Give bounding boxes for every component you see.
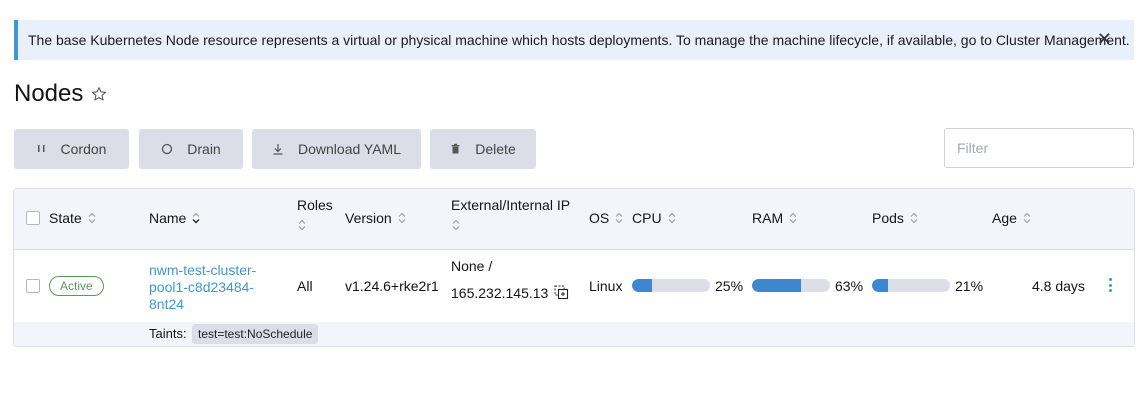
cpu-usage-value: 25%: [715, 278, 744, 294]
column-name-label: Name: [149, 210, 187, 226]
star-outline-icon[interactable]: [91, 86, 107, 105]
column-pods-label: Pods: [872, 210, 904, 226]
sort-icon: [788, 212, 798, 224]
sort-down-icon: [191, 212, 201, 224]
status-badge: Active: [49, 276, 104, 296]
node-os: Linux: [589, 278, 623, 294]
trash-icon: [450, 143, 461, 155]
ram-usage-fill: [752, 279, 802, 292]
column-roles[interactable]: Roles: [297, 197, 333, 231]
node-name-line: nwm-test-cluster-: [149, 262, 257, 278]
title-row: Nodes: [14, 80, 107, 108]
ram-usage-value: 63%: [835, 278, 864, 294]
kebab-menu-icon[interactable]: [1104, 275, 1116, 295]
column-age[interactable]: Age: [992, 210, 1032, 226]
drain-label: Drain: [187, 141, 221, 157]
column-version-label: Version: [345, 210, 392, 226]
nodes-table: State Name Roles Version External/Intern…: [13, 188, 1135, 347]
taint-chip: test=test:NoSchedule: [192, 324, 319, 344]
pause-icon: [37, 143, 47, 155]
copy-icon[interactable]: [554, 285, 569, 303]
node-internal-ip: 165.232.145.13: [451, 285, 549, 301]
delete-button[interactable]: Delete: [430, 129, 536, 169]
column-ip[interactable]: External/Internal IP: [451, 197, 570, 231]
drain-button[interactable]: Drain: [139, 129, 243, 169]
column-ram-label: RAM: [752, 210, 784, 226]
column-ip-label: External/Internal IP: [451, 197, 571, 213]
sort-icon: [297, 219, 307, 231]
pods-usage-bar: [872, 279, 950, 292]
column-roles-label: Roles: [297, 197, 333, 213]
sort-icon: [87, 212, 97, 224]
cpu-usage-bar: [632, 279, 710, 292]
banner-text: The base Kubernetes Node resource repres…: [28, 32, 1130, 48]
download-yaml-label: Download YAML: [298, 141, 401, 157]
column-pods[interactable]: Pods: [872, 210, 919, 226]
sort-icon: [614, 212, 624, 224]
node-name-line: pool1-c8d23484-: [149, 279, 255, 295]
ram-usage-bar: [752, 279, 830, 292]
delete-label: Delete: [475, 141, 516, 157]
column-cpu-label: CPU: [632, 210, 662, 226]
select-all-checkbox[interactable]: [26, 211, 40, 225]
filter-input[interactable]: [944, 128, 1134, 168]
info-banner: The base Kubernetes Node resource repres…: [14, 20, 1134, 60]
node-roles: All: [297, 278, 313, 294]
sort-icon: [667, 212, 677, 224]
node-name-link[interactable]: nwm-test-cluster- pool1-c8d23484- 8nt24: [149, 262, 256, 313]
column-version[interactable]: Version: [345, 210, 407, 226]
cpu-usage-fill: [632, 279, 652, 292]
column-state[interactable]: State: [49, 210, 97, 226]
column-age-label: Age: [992, 210, 1017, 226]
sort-icon: [909, 212, 919, 224]
page-title: Nodes: [14, 80, 84, 107]
column-os[interactable]: OS: [589, 210, 624, 226]
column-cpu[interactable]: CPU: [632, 210, 677, 226]
row-checkbox[interactable]: [26, 279, 40, 293]
taints-row: Taints: test=test:NoSchedule: [14, 322, 1134, 346]
close-icon[interactable]: ✕: [1097, 29, 1112, 49]
table-header: State Name Roles Version External/Intern…: [14, 189, 1134, 250]
download-icon: [272, 143, 284, 155]
node-age: 4.8 days: [1032, 278, 1085, 294]
column-ram[interactable]: RAM: [752, 210, 798, 226]
node-version: v1.24.6+rke2r1: [345, 278, 439, 294]
sort-icon: [397, 212, 407, 224]
column-name[interactable]: Name: [149, 210, 201, 226]
column-os-label: OS: [589, 210, 610, 226]
sort-icon: [451, 219, 461, 231]
sort-icon: [1022, 212, 1032, 224]
pods-usage-fill: [872, 279, 889, 292]
taints-label: Taints:: [149, 326, 187, 341]
node-name-line: 8nt24: [149, 296, 185, 312]
column-state-label: State: [49, 210, 82, 226]
circle-icon: [161, 143, 173, 155]
cordon-label: Cordon: [60, 141, 107, 157]
download-yaml-button[interactable]: Download YAML: [252, 129, 421, 169]
cordon-button[interactable]: Cordon: [14, 129, 129, 169]
node-external-ip: None /: [451, 258, 493, 274]
pods-usage-value: 21%: [955, 278, 984, 294]
